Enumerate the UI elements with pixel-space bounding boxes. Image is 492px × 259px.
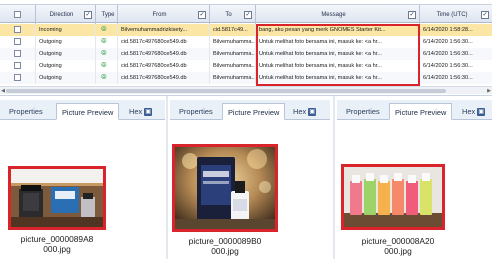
row-from: cid.5817c497680ce549.db <box>118 60 210 72</box>
picture-filename: picture_000008A20 000.jpg <box>361 236 435 256</box>
tab-picture-preview[interactable]: Picture Preview <box>222 103 286 120</box>
picture-filename: picture_0000089A8 000.jpg <box>20 234 94 254</box>
picture-thumbnail[interactable] <box>172 144 278 232</box>
row-checkbox[interactable] <box>14 38 21 45</box>
row-direction: Outgoing <box>36 72 96 84</box>
hex-view-icon: ▣ <box>308 108 317 117</box>
horizontal-scrollbar[interactable]: ◀ ▶ <box>0 86 492 94</box>
picture-thumbnail[interactable] <box>8 166 106 230</box>
panel-divider <box>333 96 335 259</box>
chat-type-icon: ⦾ <box>96 60 118 72</box>
header-direction[interactable]: Direction ✓ <box>36 5 96 24</box>
preview-panel-3: Properties Picture Preview Hex ▣ picture_… <box>337 100 492 259</box>
chat-type-icon: ⦾ <box>96 72 118 84</box>
row-to: Bilvemuhamma... <box>210 60 256 72</box>
tab-picture-preview[interactable]: Picture Preview <box>56 103 120 120</box>
vape-liquid-bottles-image <box>344 167 442 227</box>
table-row[interactable]: Incoming ⦾ Bilvemuhammadrizkisety... cid… <box>0 24 492 36</box>
message-grid: Direction ✓ Type From ✓ To ✓ Message ✓ T… <box>0 0 492 96</box>
header-message[interactable]: Message ✓ <box>256 5 420 24</box>
panel-tab-bar: Properties Picture Preview Hex ▣ <box>337 100 492 120</box>
tab-picture-preview[interactable]: Picture Preview <box>389 103 453 120</box>
row-message: Untuk melihat foto bersama ini, masuk ke… <box>256 48 420 60</box>
grid-header: Direction ✓ Type From ✓ To ✓ Message ✓ T… <box>0 4 492 24</box>
row-to: cid.5817c49... <box>210 24 256 36</box>
row-message: bang, aku pesan yang merk GNOMES Starter… <box>256 24 420 36</box>
scroll-right-icon[interactable]: ▶ <box>486 87 492 95</box>
row-from: cid.5817c497680ce549.db <box>118 72 210 84</box>
header-time[interactable]: Time (UTC) ✓ <box>420 5 492 24</box>
table-row[interactable]: Outgoing ⦾ cid.5817c497680ce549.db Bilve… <box>0 60 492 72</box>
to-filter-icon[interactable]: ✓ <box>244 10 252 19</box>
chat-type-icon: ⦾ <box>96 36 118 48</box>
message-filter-icon[interactable]: ✓ <box>408 10 416 19</box>
tab-properties[interactable]: Properties <box>341 103 385 120</box>
row-time: 6/14/2020 1:58:28... <box>423 27 473 33</box>
row-direction: Outgoing <box>36 36 96 48</box>
hex-view-icon: ▣ <box>477 108 486 117</box>
table-row[interactable]: Outgoing ⦾ cid.5817c497680ce549.db Bilve… <box>0 72 492 84</box>
row-time: 6/14/2020 1:56:30... <box>423 51 473 57</box>
row-time: 6/14/2020 1:56:30... <box>423 63 473 69</box>
row-from: Bilvemuhammadrizkisety... <box>118 24 210 36</box>
picture-filename: picture_0000089B0 000.jpg <box>188 236 262 256</box>
row-to: Bilvemuhamma... <box>210 48 256 60</box>
table-row[interactable]: Outgoing ⦾ cid.5817c497680ce549.db Bilve… <box>0 48 492 60</box>
header-select-all[interactable] <box>0 5 36 24</box>
hex-view-icon: ▣ <box>144 108 153 117</box>
row-time: 6/14/2020 1:56:30... <box>423 75 473 81</box>
preview-panel-1: Properties Picture Preview Hex ▣ picture_… <box>0 100 165 259</box>
header-from[interactable]: From ✓ <box>118 5 210 24</box>
tab-properties[interactable]: Properties <box>4 103 48 120</box>
panel-divider <box>166 96 168 259</box>
vape-product-image <box>11 169 103 227</box>
row-message: Untuk melihat foto bersama ini, masuk ke… <box>256 36 420 48</box>
row-checkbox[interactable] <box>14 62 21 69</box>
tab-hex[interactable]: Hex ▣ <box>124 103 157 120</box>
panel-tab-bar: Properties Picture Preview Hex ▣ <box>170 100 330 120</box>
row-message: Untuk melihat foto bersama ini, masuk ke… <box>256 60 420 72</box>
row-from: cid.5817c497680ce549.db <box>118 36 210 48</box>
row-direction: Incoming <box>36 24 96 36</box>
row-direction: Outgoing <box>36 60 96 72</box>
table-row[interactable]: Outgoing ⦾ cid.5817c497680ce549.db Bilve… <box>0 36 492 48</box>
picture-thumbnail[interactable] <box>341 164 445 230</box>
select-all-checkbox[interactable] <box>14 11 21 18</box>
tab-hex[interactable]: Hex ▣ <box>288 103 321 120</box>
time-filter-icon[interactable]: ✓ <box>481 10 489 19</box>
row-direction: Outgoing <box>36 48 96 60</box>
scrollbar-thumb[interactable] <box>6 89 446 93</box>
direction-filter-icon[interactable]: ✓ <box>84 10 92 19</box>
from-filter-icon[interactable]: ✓ <box>198 10 206 19</box>
vape-product-image <box>175 147 275 229</box>
row-from: cid.5817c497680ce549.db <box>118 48 210 60</box>
tab-hex[interactable]: Hex ▣ <box>457 103 490 120</box>
panel-tab-bar: Properties Picture Preview Hex ▣ <box>0 100 165 120</box>
preview-panel-2: Properties Picture Preview Hex ▣ picture… <box>170 100 330 259</box>
header-to[interactable]: To ✓ <box>210 5 256 24</box>
chat-type-icon: ⦾ <box>96 48 118 60</box>
tab-properties[interactable]: Properties <box>174 103 218 120</box>
row-to: Bilvemuhamma... <box>210 36 256 48</box>
row-checkbox[interactable] <box>14 26 21 33</box>
row-checkbox[interactable] <box>14 74 21 81</box>
header-type[interactable]: Type <box>96 5 118 24</box>
row-checkbox[interactable] <box>14 50 21 57</box>
row-to: Bilvemuhamma... <box>210 72 256 84</box>
row-message: Untuk melihat foto bersama ini, masuk ke… <box>256 72 420 84</box>
chat-type-icon: ⦾ <box>96 24 118 36</box>
row-time: 6/14/2020 1:56:30... <box>423 39 473 45</box>
